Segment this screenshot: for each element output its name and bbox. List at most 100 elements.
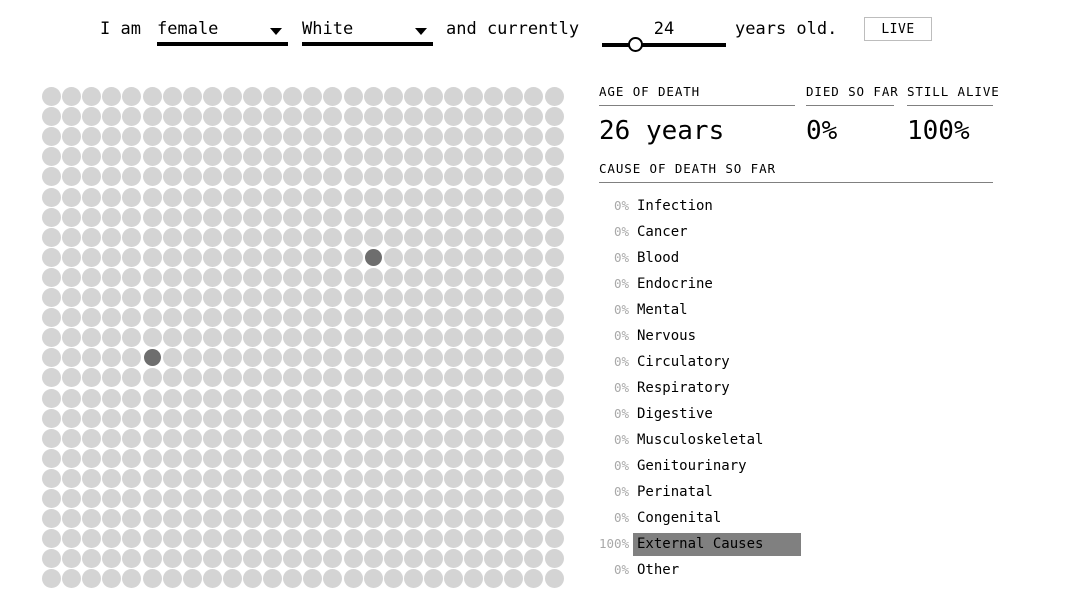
dot-alive (263, 107, 283, 127)
dot-alive (243, 448, 262, 468)
cause-name: Blood (637, 250, 680, 266)
dot-alive (484, 127, 504, 147)
dot-alive (444, 348, 463, 368)
dot-alive (263, 509, 283, 529)
cause-row[interactable]: 0% Perinatal (599, 479, 993, 505)
dot-alive (82, 87, 102, 106)
dot-alive (303, 368, 323, 388)
dot-alive (162, 368, 182, 388)
dot-alive (504, 509, 524, 529)
dot-alive (524, 428, 544, 448)
dot-alive (202, 549, 222, 569)
cause-name: Other (637, 562, 680, 578)
dot-alive (464, 408, 484, 428)
cause-row[interactable]: 0% Endocrine (599, 271, 993, 297)
dot-alive (423, 428, 443, 448)
sex-dropdown[interactable]: female (157, 18, 288, 50)
dot-alive (544, 127, 564, 147)
dot-alive (343, 147, 363, 167)
dot-alive (504, 388, 524, 408)
dot-alive (202, 147, 222, 167)
cause-row[interactable]: 0% Mental (599, 297, 993, 323)
dot-alive (524, 388, 544, 408)
dot-alive (484, 147, 504, 167)
dot-alive (504, 529, 524, 549)
dot-alive (102, 127, 122, 147)
cause-row[interactable]: 0% Blood (599, 245, 993, 271)
cause-row[interactable]: 100% External Causes (599, 531, 993, 557)
age-slider[interactable] (602, 18, 726, 52)
dot-alive (142, 328, 162, 348)
dot-alive (162, 127, 182, 147)
dot-alive (102, 408, 122, 428)
dot-alive (423, 328, 443, 348)
cause-percent: 0% (613, 406, 629, 421)
dot-alive (484, 408, 504, 428)
dot-alive (444, 107, 463, 127)
cause-percent: 0% (613, 198, 629, 213)
cause-row[interactable]: 0% Nervous (599, 323, 993, 349)
cause-row[interactable]: 0% Congenital (599, 505, 993, 531)
cause-row[interactable]: 0% Digestive (599, 401, 993, 427)
cause-name: Respiratory (637, 380, 730, 396)
dot-alive (182, 267, 202, 287)
dot-alive (383, 489, 403, 508)
dot-alive (102, 207, 122, 227)
dot-alive (444, 127, 463, 147)
dot-alive (524, 529, 544, 549)
cause-row[interactable]: 0% Genitourinary (599, 453, 993, 479)
age-slider-thumb[interactable] (627, 37, 643, 52)
cause-name: Mental (637, 302, 688, 318)
dot-alive (444, 388, 463, 408)
dot-alive (182, 308, 202, 328)
dot-alive (283, 328, 303, 348)
dot-alive (162, 408, 182, 428)
dot-alive (363, 267, 383, 287)
dot-alive (62, 247, 82, 267)
dot-alive (122, 428, 142, 448)
live-button[interactable]: LIVE (864, 17, 932, 41)
dot-alive (122, 509, 142, 529)
dot-alive (303, 308, 323, 328)
cause-row[interactable]: 0% Musculoskeletal (599, 427, 993, 453)
dot-alive (122, 348, 142, 368)
dot-alive (484, 308, 504, 328)
cause-row[interactable]: 0% Respiratory (599, 375, 993, 401)
dot-alive (303, 408, 323, 428)
dot-alive (243, 308, 262, 328)
dot-alive (102, 267, 122, 287)
dot-alive (383, 308, 403, 328)
dot-alive (524, 87, 544, 106)
dot-alive (82, 147, 102, 167)
cause-of-death-section: CAUSE OF DEATH SO FAR 0% Infection 0% Cance… (599, 161, 993, 583)
dot-alive (142, 529, 162, 549)
dot-alive (122, 529, 142, 549)
dot-alive (303, 448, 323, 468)
dot-alive (544, 388, 564, 408)
dot-alive (263, 408, 283, 428)
dot-alive (142, 147, 162, 167)
cause-row[interactable]: 0% Other (599, 557, 993, 583)
dot-alive (62, 328, 82, 348)
dot-alive (484, 167, 504, 187)
dot-alive (263, 187, 283, 207)
dot-alive (464, 147, 484, 167)
cause-percent: 0% (613, 484, 629, 499)
race-dropdown[interactable]: White (302, 18, 433, 50)
dot-alive (222, 529, 242, 549)
cause-row[interactable]: 0% Cancer (599, 219, 993, 245)
dot-alive (504, 368, 524, 388)
age-slider-track[interactable] (602, 43, 726, 47)
dot-alive (102, 428, 122, 448)
dot-alive (343, 569, 363, 589)
dot-alive (363, 328, 383, 348)
dot-alive (142, 87, 162, 106)
dot-alive (383, 147, 403, 167)
dot-alive (283, 448, 303, 468)
dot-alive (222, 207, 242, 227)
dot-alive (283, 127, 303, 147)
cause-row[interactable]: 0% Infection (599, 193, 993, 219)
dot-alive (283, 529, 303, 549)
cause-row[interactable]: 0% Circulatory (599, 349, 993, 375)
dot-alive (544, 167, 564, 187)
